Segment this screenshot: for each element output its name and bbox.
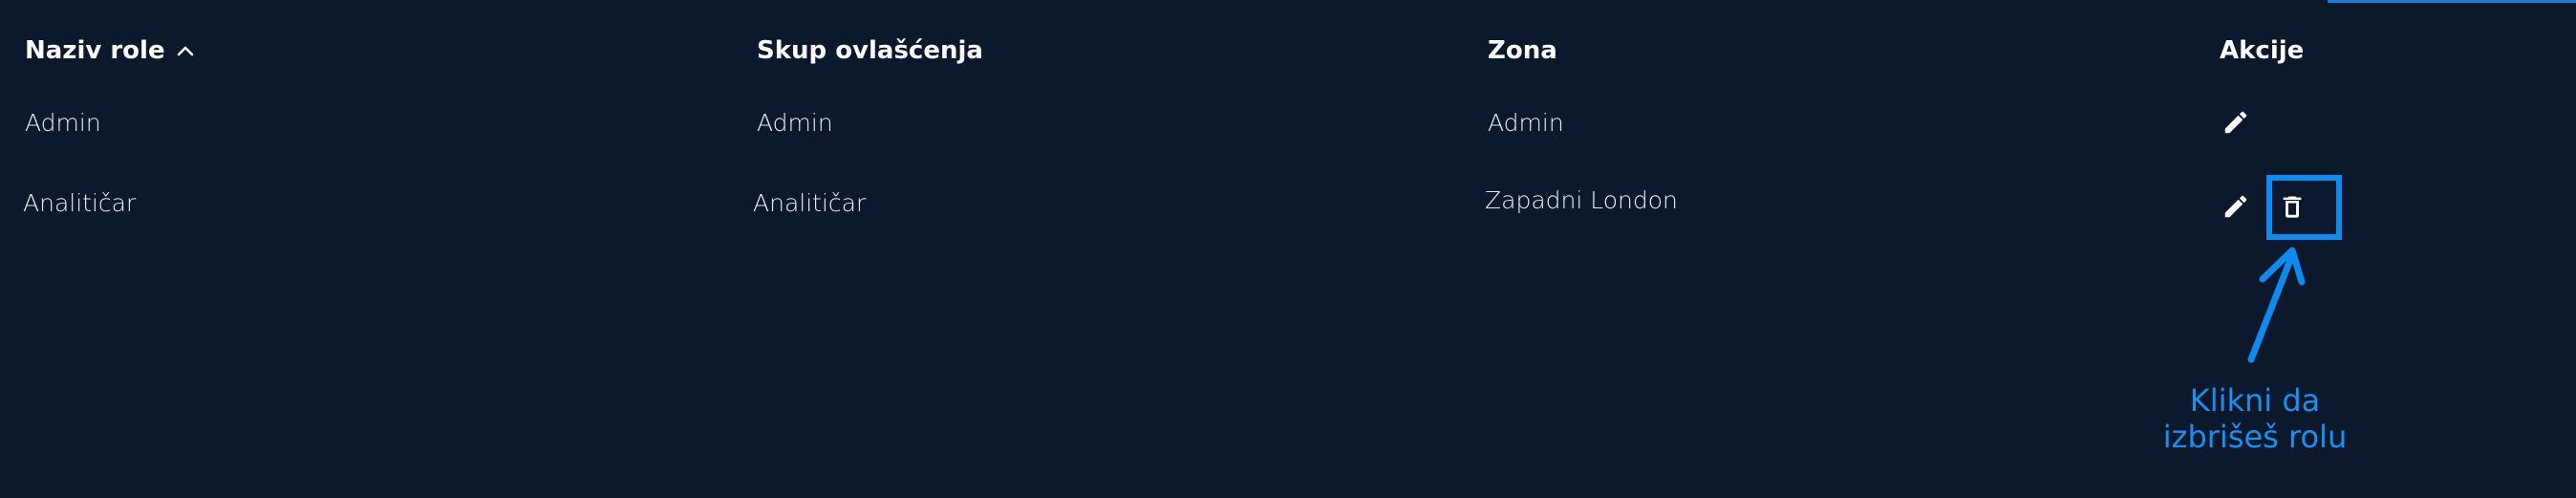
delete-hint-callout: Klikni da izbrišeš rolu — [2131, 382, 2379, 455]
delete-hint-line-2: izbrišeš rolu — [2162, 419, 2348, 455]
delete-hint-line-1: Klikni da — [2189, 382, 2321, 419]
roles-table-view: Naziv role Skup ovlašćenja Zona Akcije A… — [0, 0, 2576, 498]
